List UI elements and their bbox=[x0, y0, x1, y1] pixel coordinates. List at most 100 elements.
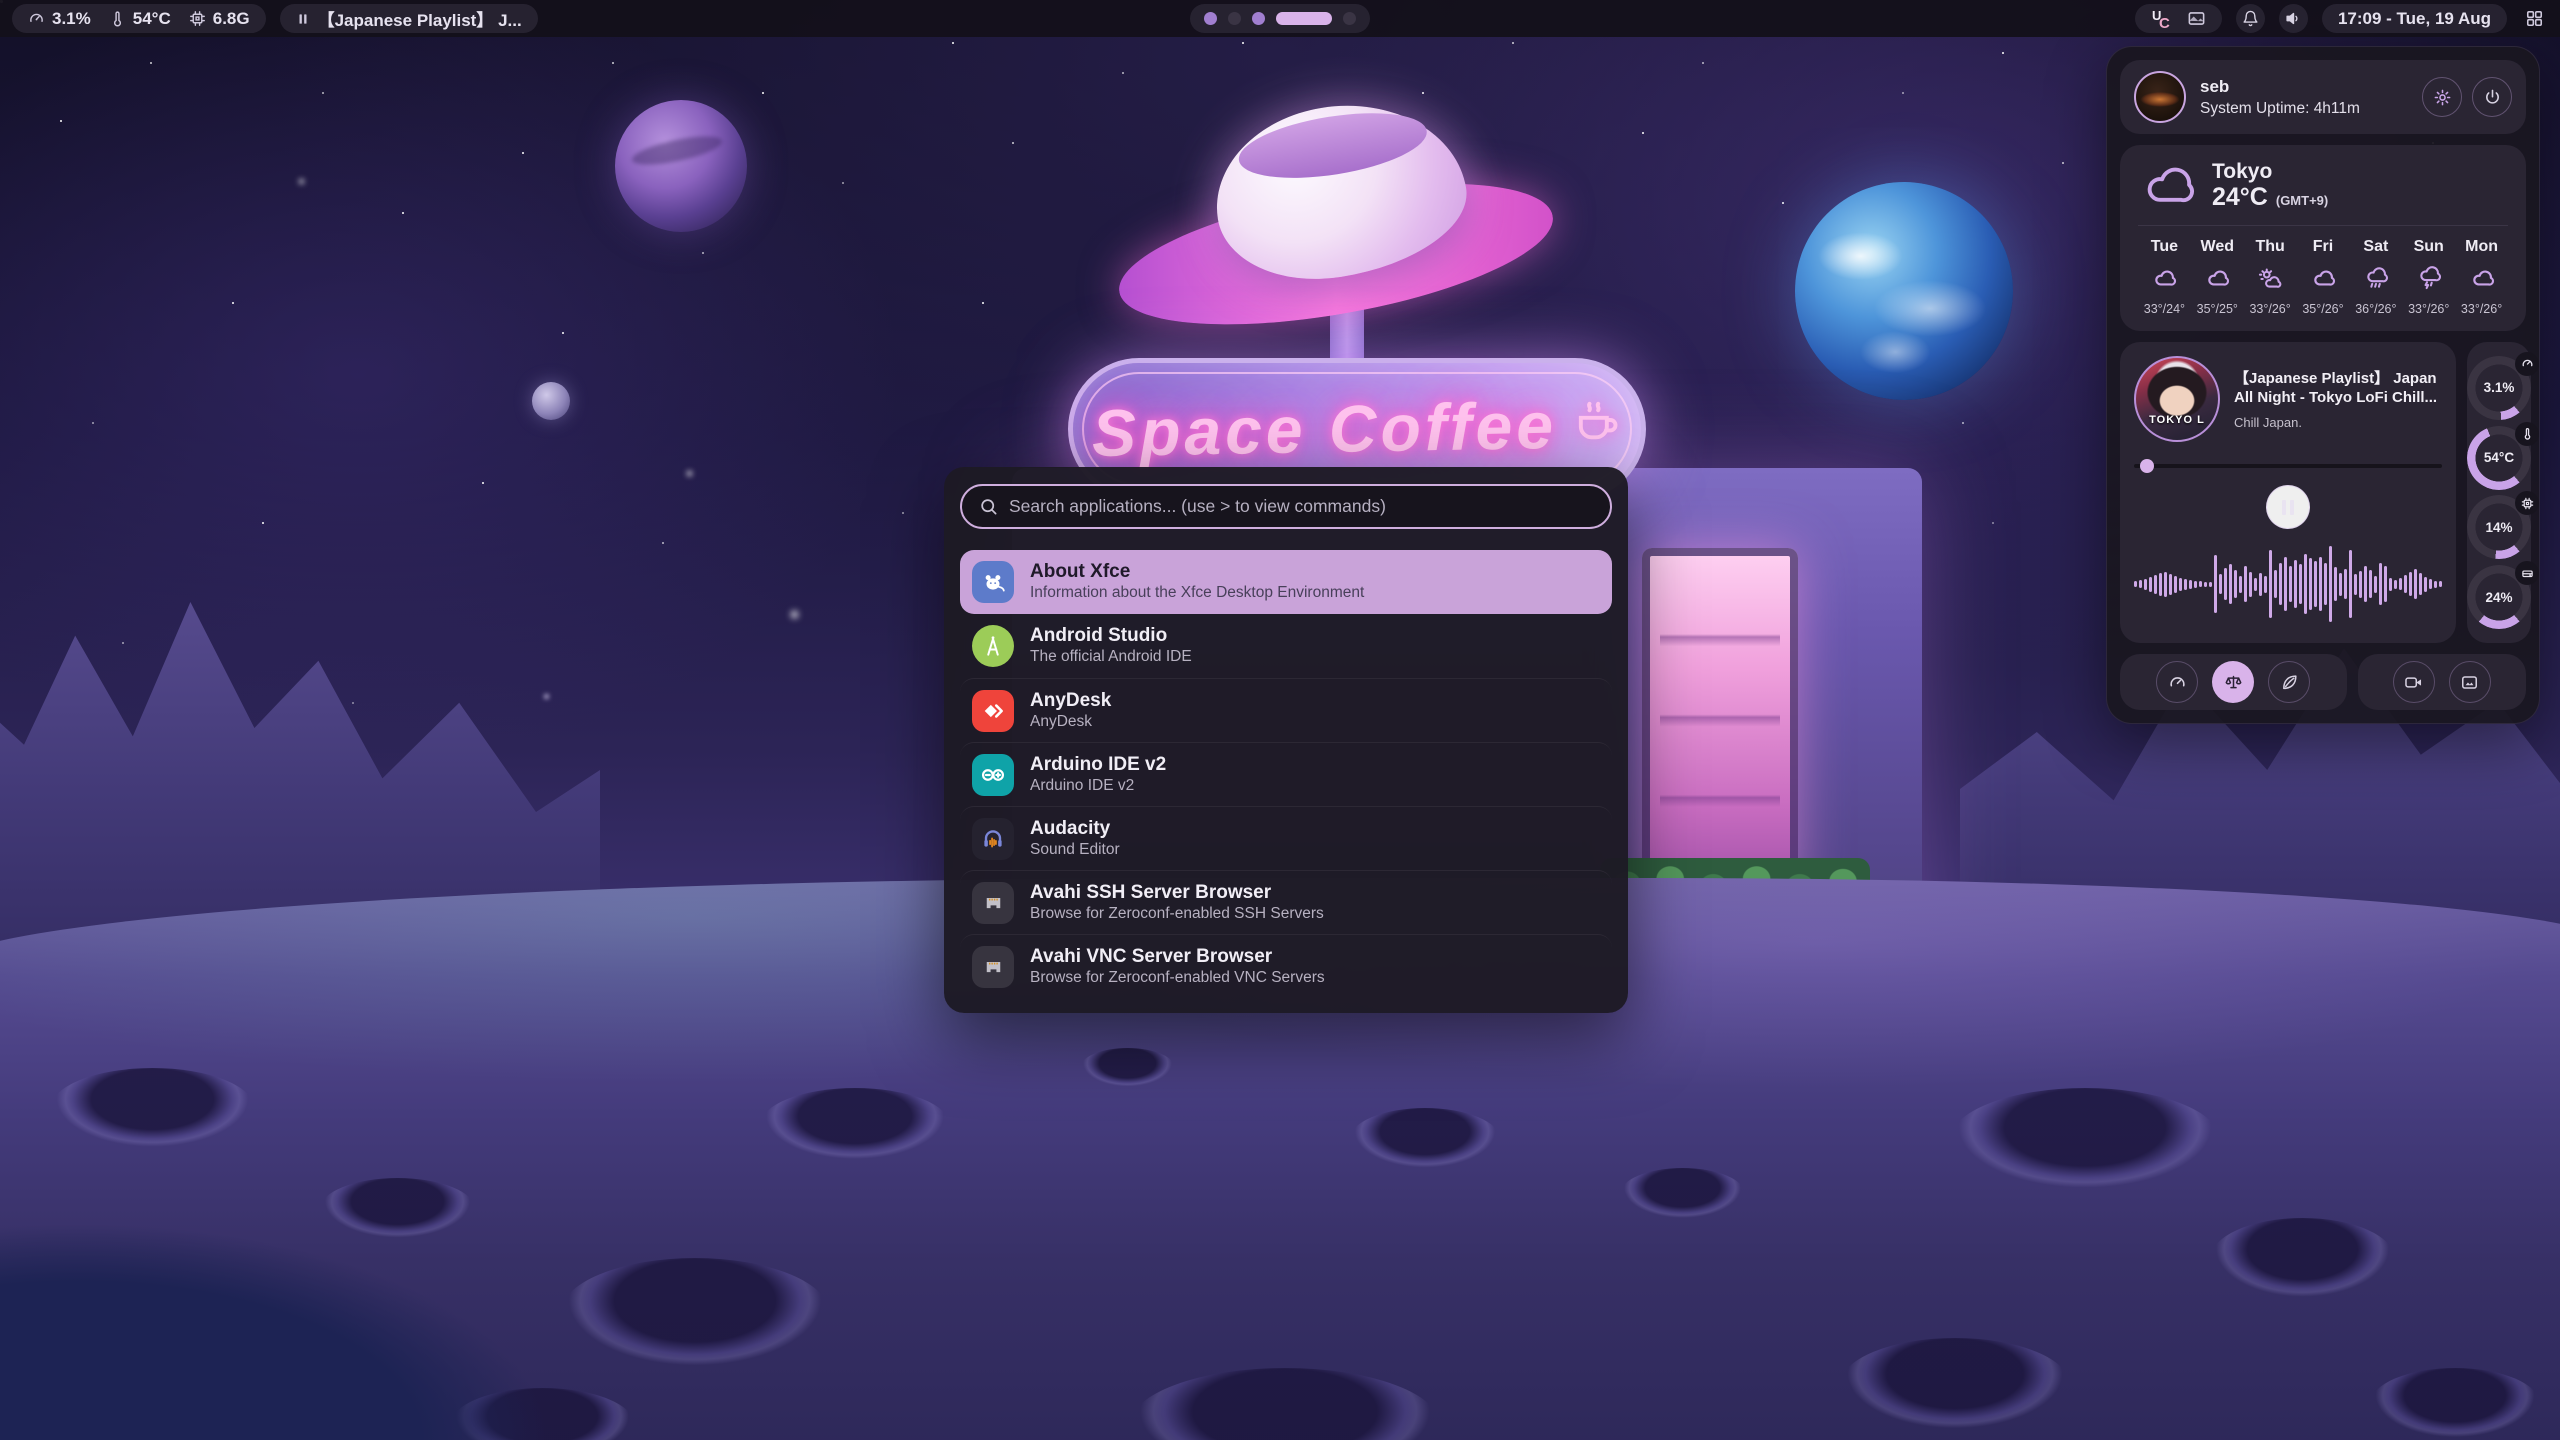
workspace-dot-empty[interactable] bbox=[1343, 12, 1356, 25]
workspace-dot-empty[interactable] bbox=[1228, 12, 1241, 25]
desktop: Space Coffee bbox=[0, 0, 2560, 1440]
pause-icon bbox=[296, 12, 310, 26]
power-icon bbox=[2483, 88, 2502, 107]
app-list: About Xfce Information about the Xfce De… bbox=[960, 550, 1612, 998]
top-bar-right: U C 17:09 - Tue, 19 Aug bbox=[2135, 4, 2548, 33]
list-item-android-studio[interactable]: Android Studio The official Android IDE bbox=[960, 614, 1612, 678]
speedometer-icon bbox=[28, 10, 45, 27]
music-player-card: TOKYO L 【Japanese Playlist】 Japan All Ni… bbox=[2120, 342, 2456, 643]
screen-record-button[interactable] bbox=[2393, 661, 2435, 703]
memory-usage: 6.8G bbox=[213, 9, 250, 29]
list-item-about-xfce[interactable]: About Xfce Information about the Xfce De… bbox=[960, 550, 1612, 614]
workspace-dot-active[interactable] bbox=[1276, 12, 1332, 25]
forecast-day: Wed 35°/25° bbox=[2191, 238, 2244, 318]
search-input[interactable]: Search applications... (use > to view co… bbox=[960, 484, 1612, 529]
arduino-icon bbox=[972, 754, 1014, 796]
cloud-icon bbox=[2138, 266, 2191, 292]
gear-icon bbox=[2433, 88, 2452, 107]
network-port-icon bbox=[972, 882, 1014, 924]
list-item-avahi-vnc[interactable]: Avahi VNC Server Browser Browse for Zero… bbox=[960, 934, 1612, 998]
system-gauges-card: 3.1% 54°C 14% 24% bbox=[2467, 342, 2531, 643]
weather-city: Tokyo bbox=[2212, 160, 2272, 183]
thermometer-icon bbox=[2515, 422, 2539, 446]
forecast-day: Tue 33°/24° bbox=[2138, 238, 2191, 318]
list-item-arduino[interactable]: Arduino IDE v2 Arduino IDE v2 bbox=[960, 742, 1612, 806]
chip-icon bbox=[2515, 491, 2539, 515]
weather-temp: 24°C bbox=[2212, 183, 2268, 212]
workspace-switcher[interactable] bbox=[1190, 4, 1370, 33]
performance-mode-button[interactable] bbox=[2156, 661, 2198, 703]
now-playing-label: 【Japanese Playlist】 J... bbox=[318, 6, 522, 31]
eco-mode-button[interactable] bbox=[2268, 661, 2310, 703]
seek-bar[interactable] bbox=[2134, 459, 2442, 473]
forecast-day: Fri 35°/26° bbox=[2297, 238, 2350, 318]
audacity-icon bbox=[972, 818, 1014, 860]
pause-button[interactable] bbox=[2266, 485, 2310, 529]
network-port-icon bbox=[972, 946, 1014, 988]
cloud-icon bbox=[2297, 266, 2350, 292]
widget-panel: seb System Uptime: 4h11m Tokyo bbox=[2106, 46, 2540, 724]
avatar[interactable] bbox=[2134, 71, 2186, 123]
performance-mode-card bbox=[2120, 654, 2347, 710]
purple-planet bbox=[615, 100, 747, 232]
app-launcher: Search applications... (use > to view co… bbox=[944, 467, 1628, 1013]
cpu-temp: 54°C bbox=[133, 9, 171, 29]
music-row: TOKYO L 【Japanese Playlist】 Japan All Ni… bbox=[2120, 342, 2526, 643]
android-studio-icon bbox=[972, 625, 1014, 667]
cloud-icon bbox=[2138, 163, 2196, 209]
user-name: seb bbox=[2200, 77, 2360, 97]
user-card: seb System Uptime: 4h11m bbox=[2120, 60, 2526, 134]
xfce-mouse-icon bbox=[972, 561, 1014, 603]
panel-bottom-row bbox=[2120, 654, 2526, 710]
volume-button[interactable] bbox=[2279, 4, 2308, 33]
thermometer-icon bbox=[109, 10, 126, 27]
settings-button[interactable] bbox=[2422, 77, 2462, 117]
disk-icon bbox=[2515, 561, 2539, 585]
forecast-day: Sun 33°/26° bbox=[2402, 238, 2455, 318]
search-placeholder: Search applications... (use > to view co… bbox=[1009, 496, 1386, 517]
rain-cloud-icon bbox=[2349, 266, 2402, 292]
capture-card bbox=[2358, 654, 2526, 710]
weather-timezone: (GMT+9) bbox=[2276, 193, 2328, 208]
cpu-gauge: 3.1% bbox=[2467, 356, 2531, 420]
anydesk-icon bbox=[972, 690, 1014, 732]
system-stats-pill[interactable]: 3.1% 54°C 6.8G bbox=[12, 4, 266, 33]
weather-card: Tokyo 24°C (GMT+9) Tue 33°/24° Wed bbox=[2120, 145, 2526, 331]
forecast-row: Tue 33°/24° Wed 35°/25° Thu 33°/26° Fri bbox=[2138, 238, 2508, 318]
coffee-cup-icon bbox=[1570, 394, 1622, 446]
divider bbox=[2138, 225, 2508, 226]
clock[interactable]: 17:09 - Tue, 19 Aug bbox=[2322, 4, 2507, 33]
cloud-icon bbox=[2455, 266, 2508, 292]
screenshot-button[interactable] bbox=[2449, 661, 2491, 703]
audio-waveform bbox=[2134, 535, 2442, 633]
wallpaper-icon[interactable] bbox=[2187, 9, 2206, 28]
balanced-mode-button[interactable] bbox=[2212, 661, 2254, 703]
dashboard-grid-icon[interactable] bbox=[2525, 9, 2544, 28]
workspace-dot-occupied[interactable] bbox=[1252, 12, 1265, 25]
tray-pill: U C bbox=[2135, 4, 2222, 33]
forecast-day: Thu 33°/26° bbox=[2244, 238, 2297, 318]
notifications-button[interactable] bbox=[2236, 4, 2265, 33]
seek-knob[interactable] bbox=[2140, 459, 2154, 473]
keyboard-layout-icon[interactable]: U C bbox=[2151, 8, 2173, 30]
list-item-anydesk[interactable]: AnyDesk AnyDesk bbox=[960, 678, 1612, 742]
power-button[interactable] bbox=[2472, 77, 2512, 117]
list-item-avahi-ssh[interactable]: Avahi SSH Server Browser Browse for Zero… bbox=[960, 870, 1612, 934]
forecast-day: Sat 36°/26° bbox=[2349, 238, 2402, 318]
workspace-dot-occupied[interactable] bbox=[1204, 12, 1217, 25]
memory-gauge: 14% bbox=[2467, 495, 2531, 559]
media-player-pill[interactable]: 【Japanese Playlist】 J... bbox=[280, 4, 538, 33]
small-moon bbox=[532, 382, 570, 420]
system-uptime: System Uptime: 4h11m bbox=[2200, 100, 2360, 118]
album-art[interactable]: TOKYO L bbox=[2134, 356, 2220, 442]
list-item-audacity[interactable]: Audacity Sound Editor bbox=[960, 806, 1612, 870]
track-subtitle: Chill Japan. bbox=[2234, 415, 2442, 430]
speedometer-icon bbox=[2168, 673, 2187, 692]
seek-track bbox=[2134, 464, 2442, 468]
earth-planet bbox=[1795, 182, 2013, 400]
screenshot-icon bbox=[2460, 673, 2479, 692]
storm-cloud-icon bbox=[2402, 266, 2455, 292]
sun-cloud-icon bbox=[2244, 266, 2297, 292]
top-bar: 3.1% 54°C 6.8G 【Japanese Playlist】 J... … bbox=[0, 0, 2560, 37]
shop-window bbox=[1642, 548, 1798, 893]
